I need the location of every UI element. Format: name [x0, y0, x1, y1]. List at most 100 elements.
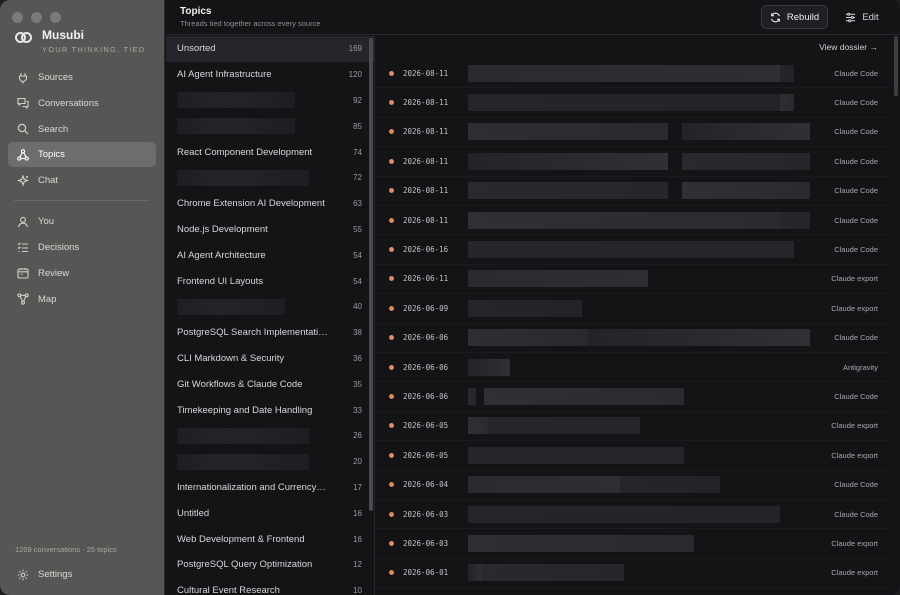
sidebar-item-decisions[interactable]: Decisions	[8, 235, 156, 260]
sidebar-item-settings[interactable]: Settings	[8, 562, 156, 587]
topic-count: 10	[353, 586, 362, 595]
conversation-source: Claude Code	[834, 156, 878, 166]
topic-row[interactable]: CLI Markdown & Security 36	[166, 346, 374, 372]
page-header: Topics Threads tied together across ever…	[166, 0, 900, 35]
view-dossier-link[interactable]: View dossier →	[819, 42, 878, 52]
topic-row[interactable]: PostgreSQL Search Implementation 38	[166, 320, 374, 346]
topic-count: 16	[353, 534, 362, 544]
topic-row[interactable]: Cultural Event Research 10	[166, 578, 374, 595]
conversation-row[interactable]: 2026-08-11 Claude Code	[376, 88, 890, 118]
zoom-window-button[interactable]	[50, 12, 61, 23]
topic-row[interactable]: Timekeeping and Date Handling 33	[166, 397, 374, 423]
topic-row[interactable]: 92	[166, 88, 374, 114]
redaction-block	[177, 298, 285, 315]
status-dot	[389, 511, 394, 517]
topic-row[interactable]: 40	[166, 294, 374, 320]
topic-row[interactable]: AI Agent Architecture 54	[166, 242, 374, 268]
conversation-row[interactable]: 2026-06-06 Claude Code	[376, 382, 890, 412]
topic-list-scrollbar[interactable]	[369, 38, 373, 511]
conversation-row[interactable]: 2026-08-11 Claude Code	[376, 206, 890, 236]
conversation-date: 2026-08-11	[403, 98, 449, 108]
conversation-row[interactable]: 2026-06-03 Claude export	[376, 529, 890, 559]
redaction-block	[468, 505, 780, 523]
status-dot	[389, 364, 394, 370]
sidebar-item-label: Conversations	[38, 97, 99, 109]
redacted-topic-name	[177, 169, 338, 186]
redaction-block	[468, 152, 668, 170]
conversation-date: 2026-06-09	[403, 303, 449, 313]
conversation-row[interactable]: 2026-08-11 Claude Code	[376, 118, 890, 148]
topic-name: Frontend UI Layouts	[177, 275, 264, 287]
sidebar-item-topics[interactable]: Topics	[8, 142, 156, 168]
topics-graph-icon	[17, 149, 29, 161]
conversation-source: Claude Code	[834, 215, 878, 225]
sidebar-item-you[interactable]: You	[8, 209, 156, 234]
edit-button[interactable]: Edit	[838, 5, 886, 29]
conversation-date: 2026-06-03	[403, 509, 449, 519]
conversation-row[interactable]: 2026-06-11 Claude export	[376, 265, 890, 295]
redaction-block	[488, 417, 640, 435]
conversation-row[interactable]: 2026-06-06 Claude Code	[376, 324, 890, 353]
sidebar-divider	[14, 200, 150, 202]
sidebar-item-review[interactable]: Review	[8, 261, 156, 286]
conversation-row[interactable]: 2026-08-11 Claude Code	[376, 59, 890, 89]
redacted-topic-name	[177, 118, 338, 135]
close-window-button[interactable]	[12, 12, 23, 23]
minimize-window-button[interactable]	[31, 12, 42, 23]
topic-row[interactable]: Chrome Extension AI Development 63	[166, 191, 374, 217]
sidebar-item-label: Review	[38, 267, 70, 279]
status-dot	[389, 541, 394, 547]
conversation-date: 2026-06-06	[403, 333, 449, 343]
conversation-row[interactable]: 2026-06-05 Claude export	[376, 412, 890, 442]
conversation-date: 2026-06-06	[403, 392, 449, 402]
sidebar-item-label: Decisions	[38, 241, 80, 253]
conversation-row[interactable]: 2026-08-11 Claude Code	[376, 147, 890, 177]
topic-list: Unsorted 169 AI Agent Infrastructure 120 92 8…	[166, 36, 375, 595]
rebuild-button[interactable]: Rebuild	[761, 5, 828, 29]
conversation-source: Claude Code	[834, 127, 878, 137]
topic-row[interactable]: 72	[166, 165, 374, 191]
conversation-topic-stats: 1209 conversations · 25 topics	[15, 545, 117, 554]
topic-row[interactable]: Unsorted 169	[166, 36, 374, 62]
conversation-row[interactable]: 2026-06-06 Antigravity	[376, 353, 890, 383]
topic-row[interactable]: Node.js Development 55	[166, 217, 374, 243]
conversation-row[interactable]: 2026-06-01 Claude export	[376, 559, 890, 589]
musubi-logo-icon	[15, 32, 33, 44]
topic-row[interactable]: Git Workflows & Claude Code 35	[166, 371, 374, 397]
topic-row[interactable]: 26	[166, 423, 374, 449]
conversation-row[interactable]: 2026-06-16 Claude Code	[376, 235, 890, 265]
topic-row[interactable]: Frontend UI Layouts 54	[166, 268, 374, 294]
refresh-icon	[770, 12, 780, 22]
conversation-row[interactable]: 2026-06-05 Claude export	[376, 441, 890, 471]
conversation-date: 2026-06-04	[403, 480, 449, 490]
redaction-block	[468, 476, 620, 494]
topic-row[interactable]: React Component Development 74	[166, 139, 374, 165]
topic-row[interactable]: 85	[166, 113, 374, 139]
sidebar-item-map[interactable]: Map	[8, 287, 156, 312]
conversation-row[interactable]: 2026-06-03 Claude Code	[376, 500, 890, 530]
topic-row[interactable]: PostgreSQL Query Optimization 12	[166, 552, 374, 578]
brand: Musubi YOUR THINKING, TIED	[15, 28, 145, 54]
topic-row[interactable]: Untitled 16	[166, 500, 374, 526]
topic-row[interactable]: AI Agent Infrastructure 120	[166, 62, 374, 88]
conversation-row[interactable]: 2026-06-04 Claude Code	[376, 471, 890, 500]
redaction-block	[620, 476, 720, 494]
sidebar-item-chat[interactable]: Chat	[8, 168, 156, 193]
conversation-source: Claude Code	[834, 98, 878, 108]
redaction-block	[682, 123, 810, 141]
conversation-list-scrollbar[interactable]	[894, 36, 898, 96]
conversation-date: 2026-06-06	[403, 362, 449, 372]
conversation-row[interactable]: 2026-06-09 Claude export	[376, 294, 890, 324]
redaction-block	[484, 388, 684, 406]
topic-row[interactable]: 20	[166, 449, 374, 475]
sidebar-item-search[interactable]: Search	[8, 117, 156, 142]
sidebar-item-conversations[interactable]: Conversations	[8, 91, 156, 116]
status-dot	[389, 129, 394, 135]
conversation-row[interactable]: 2026-08-11 Claude Code	[376, 177, 890, 206]
redaction-block	[468, 64, 780, 82]
topic-row[interactable]: Web Development & Frontend 16	[166, 526, 374, 552]
topic-row[interactable]: Internationalization and Currency H... 17	[166, 475, 374, 501]
topic-name: Timekeeping and Date Handling	[177, 404, 313, 416]
sidebar-item-sources[interactable]: Sources	[8, 65, 156, 90]
conversation-date: 2026-08-11	[403, 127, 449, 137]
